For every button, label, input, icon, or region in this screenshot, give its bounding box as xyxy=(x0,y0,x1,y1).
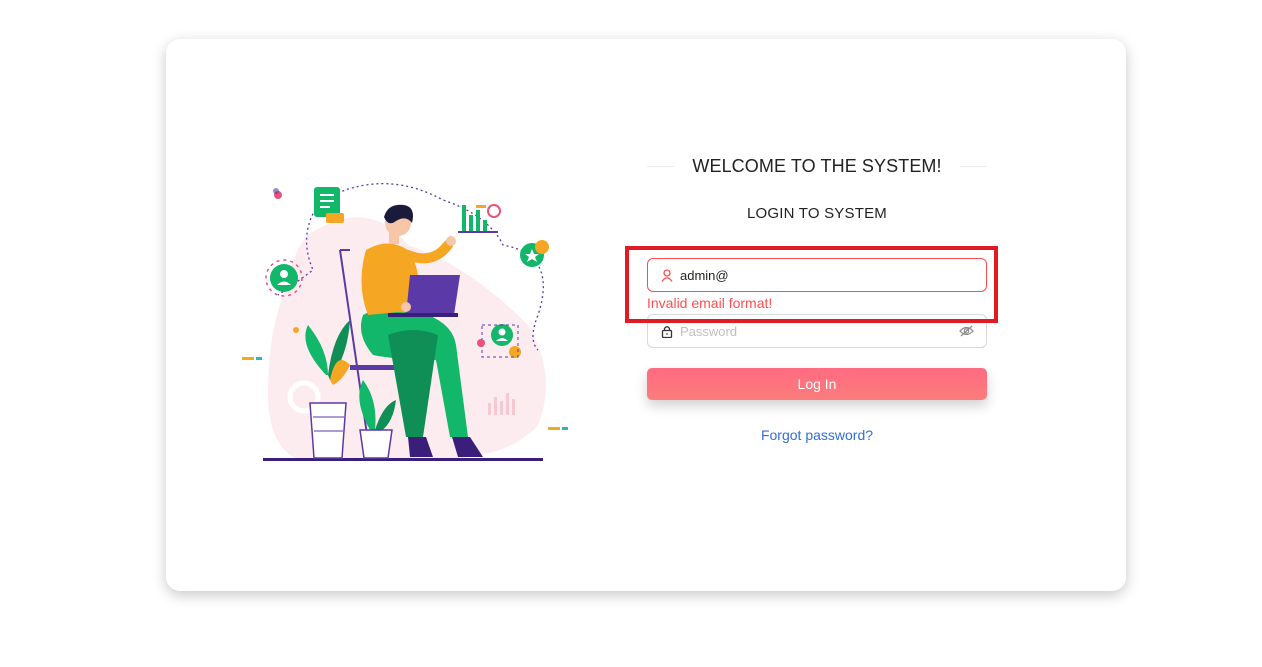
email-field[interactable] xyxy=(647,258,987,292)
welcome-title: WELCOME TO THE SYSTEM! xyxy=(692,155,942,176)
login-button[interactable]: Log In xyxy=(647,368,987,400)
password-input[interactable] xyxy=(680,323,958,339)
email-input[interactable] xyxy=(680,267,974,283)
forgot-password-link[interactable]: Forgot password? xyxy=(647,427,987,443)
divider-right xyxy=(959,165,987,167)
user-icon xyxy=(660,268,674,282)
password-field[interactable] xyxy=(647,314,987,348)
login-subtitle: LOGIN TO SYSTEM xyxy=(747,205,887,222)
lock-icon xyxy=(660,324,674,338)
login-illustration xyxy=(242,182,568,461)
email-error-message: Invalid email format! xyxy=(647,295,773,311)
eye-off-icon[interactable] xyxy=(958,324,974,338)
divider-left xyxy=(647,165,675,167)
welcome-heading-row: WELCOME TO THE SYSTEM! xyxy=(647,152,987,180)
